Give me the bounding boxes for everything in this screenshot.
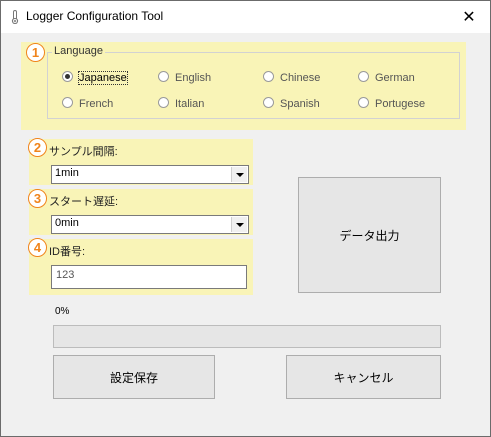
- radio-german[interactable]: German: [358, 71, 415, 84]
- radio-label: Japanese: [78, 71, 128, 85]
- radio-label: Chinese: [280, 72, 321, 84]
- start-delay-label: スタート遅延:: [49, 196, 119, 208]
- progress-percent-label: 0%: [55, 306, 70, 317]
- radio-chinese[interactable]: Chinese: [263, 71, 320, 84]
- thermometer-icon: [11, 10, 19, 24]
- app-window: Logger Configuration Tool ✕ 1 Language J…: [0, 0, 491, 437]
- id-number-input[interactable]: 123: [51, 265, 247, 289]
- radio-label: Portugese: [375, 98, 426, 110]
- window-title: Logger Configuration Tool: [26, 9, 164, 23]
- start-delay-select[interactable]: 0min: [51, 215, 249, 234]
- radio-label: German: [375, 72, 415, 84]
- radio-dot: [358, 71, 369, 82]
- sample-interval-label: サンプル間隔:: [49, 146, 118, 158]
- callout-badge-1: 1: [26, 43, 45, 62]
- radio-dot: [62, 97, 73, 108]
- radio-label: English: [175, 72, 212, 84]
- close-button[interactable]: ✕: [448, 1, 490, 33]
- callout-badge-3: 3: [28, 189, 47, 208]
- start-delay-value: 0min: [55, 217, 79, 229]
- cancel-button[interactable]: キャンセル: [286, 355, 441, 399]
- radio-portugese[interactable]: Portugese: [358, 97, 425, 110]
- radio-dot: [62, 71, 73, 82]
- radio-italian[interactable]: Italian: [158, 97, 204, 110]
- sample-interval-select[interactable]: 1min: [51, 165, 249, 184]
- radio-label: Spanish: [280, 98, 320, 110]
- client-area: 1 Language Japanese English Chinese Germ…: [1, 33, 490, 436]
- radio-label: Italian: [175, 98, 205, 110]
- radio-french[interactable]: French: [62, 97, 113, 110]
- id-number-label: ID番号:: [49, 246, 86, 258]
- title-bar: Logger Configuration Tool ✕: [1, 1, 490, 33]
- callout-badge-2: 2: [28, 138, 47, 157]
- chevron-down-icon[interactable]: [231, 217, 247, 232]
- radio-dot: [158, 97, 169, 108]
- id-number-value: 123: [56, 269, 75, 281]
- sample-interval-value: 1min: [55, 167, 79, 179]
- callout-badge-4: 4: [28, 238, 47, 257]
- radio-english[interactable]: English: [158, 71, 211, 84]
- progress-bar: [53, 325, 441, 348]
- radio-dot: [263, 97, 274, 108]
- chevron-down-icon[interactable]: [231, 167, 247, 182]
- radio-japanese[interactable]: Japanese: [62, 71, 128, 85]
- radio-dot: [158, 71, 169, 82]
- radio-label: French: [79, 98, 114, 110]
- radio-dot: [358, 97, 369, 108]
- data-output-button[interactable]: データ出力: [298, 177, 441, 293]
- save-settings-button[interactable]: 設定保存: [53, 355, 215, 399]
- radio-spanish[interactable]: Spanish: [263, 97, 320, 110]
- language-group-label: Language: [52, 45, 105, 57]
- radio-dot: [263, 71, 274, 82]
